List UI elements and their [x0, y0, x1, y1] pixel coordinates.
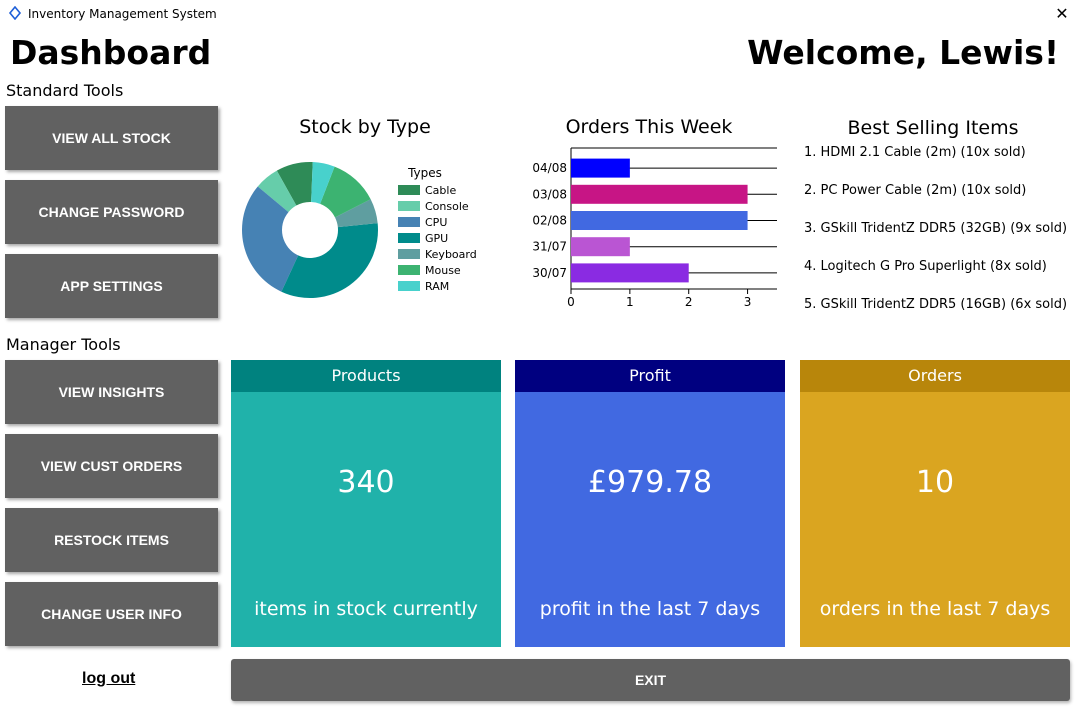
title-bar: Inventory Management System ✕: [0, 0, 1081, 28]
products-card-caption: items in stock currently: [254, 598, 478, 620]
page-title: Dashboard: [10, 33, 212, 72]
list-item: 3. GSkill TridentZ DDR5 (32GB) (9x sold): [804, 221, 1068, 236]
diamond-outline-icon: [8, 6, 22, 20]
x-tick-label: 2: [685, 295, 693, 309]
legend-swatch: [398, 217, 420, 227]
list-item: 5. GSkill TridentZ DDR5 (16GB) (6x sold): [804, 297, 1068, 312]
legend-swatch: [398, 281, 420, 291]
legend-swatch: [398, 265, 420, 275]
orders-card: Orders 10 orders in the last 7 days: [800, 360, 1070, 647]
legend-label: GPU: [425, 232, 448, 245]
category-label: 30/07: [532, 266, 567, 280]
legend-label: Cable: [425, 184, 456, 197]
app-settings-button[interactable]: APP SETTINGS: [5, 254, 218, 318]
bar-03-08: [571, 184, 748, 204]
category-label: 03/08: [532, 187, 567, 201]
restock-items-button[interactable]: RESTOCK ITEMS: [5, 508, 218, 572]
products-card: Products 340 items in stock currently: [231, 360, 501, 647]
profit-card: Profit £979.78 profit in the last 7 days: [515, 360, 785, 647]
legend-label: Console: [425, 200, 469, 213]
legend-label: Keyboard: [425, 248, 477, 261]
manager-tools-label: Manager Tools: [6, 335, 121, 354]
view-cust-orders-button[interactable]: VIEW CUST ORDERS: [5, 434, 218, 498]
view-all-stock-button[interactable]: VIEW ALL STOCK: [5, 106, 218, 170]
category-label: 04/08: [532, 161, 567, 175]
profit-card-value: £979.78: [587, 465, 713, 500]
bar-30-07: [571, 263, 689, 283]
change-user-info-button[interactable]: CHANGE USER INFO: [5, 582, 218, 646]
legend-swatch: [398, 185, 420, 195]
products-card-title: Products: [231, 360, 501, 392]
legend-label: RAM: [425, 280, 449, 293]
products-card-value: 340: [337, 465, 395, 500]
list-item: 1. HDMI 2.1 Cable (2m) (10x sold): [804, 145, 1026, 160]
orders-card-value: 10: [915, 465, 955, 500]
orders-card-caption: orders in the last 7 days: [819, 598, 1051, 620]
bar-31-07: [571, 237, 630, 257]
bar-04-08: [571, 158, 630, 178]
pie-slice-gpu: [281, 223, 378, 298]
welcome-message: Welcome, Lewis!: [747, 33, 1059, 72]
x-tick-label: 0: [567, 295, 575, 309]
legend-label: CPU: [425, 216, 447, 229]
change-password-button[interactable]: CHANGE PASSWORD: [5, 180, 218, 244]
category-label: 02/08: [532, 214, 567, 228]
orders-this-week-chart: 04/08 03/08 02/08 31/07 30/07 0 1 2 3: [532, 147, 777, 309]
list-item: 2. PC Power Cable (2m) (10x sold): [804, 183, 1027, 198]
best-selling-list: 1. HDMI 2.1 Cable (2m) (10x sold) 2. PC …: [804, 145, 1067, 335]
window-title: Inventory Management System: [28, 7, 217, 21]
stock-by-type-chart: Types Cable Console CPU GPU Keyboard Mouse RAM: [242, 162, 477, 298]
category-label: 31/07: [532, 240, 567, 254]
bar-02-08: [571, 211, 748, 230]
legend-title: Types: [407, 166, 442, 180]
orders-chart-title: Orders This Week: [565, 116, 733, 138]
profit-card-title: Profit: [515, 360, 785, 392]
x-tick-label: 1: [626, 295, 634, 309]
legend-label: Mouse: [425, 264, 461, 277]
x-tick-label: 3: [744, 295, 752, 309]
close-icon[interactable]: ✕: [1051, 3, 1073, 25]
view-insights-button[interactable]: VIEW INSIGHTS: [5, 360, 218, 424]
profit-card-caption: profit in the last 7 days: [539, 598, 761, 620]
list-item: 4. Logitech G Pro Superlight (8x sold): [804, 259, 1047, 274]
logout-link[interactable]: log out: [82, 670, 135, 688]
legend-swatch: [398, 201, 420, 211]
exit-button[interactable]: EXIT: [231, 659, 1070, 701]
best-selling-title: Best Selling Items: [847, 117, 1019, 139]
stock-chart-title: Stock by Type: [299, 116, 431, 138]
orders-card-title: Orders: [800, 360, 1070, 392]
standard-tools-label: Standard Tools: [6, 81, 124, 100]
legend-swatch: [398, 249, 420, 259]
legend-swatch: [398, 233, 420, 243]
